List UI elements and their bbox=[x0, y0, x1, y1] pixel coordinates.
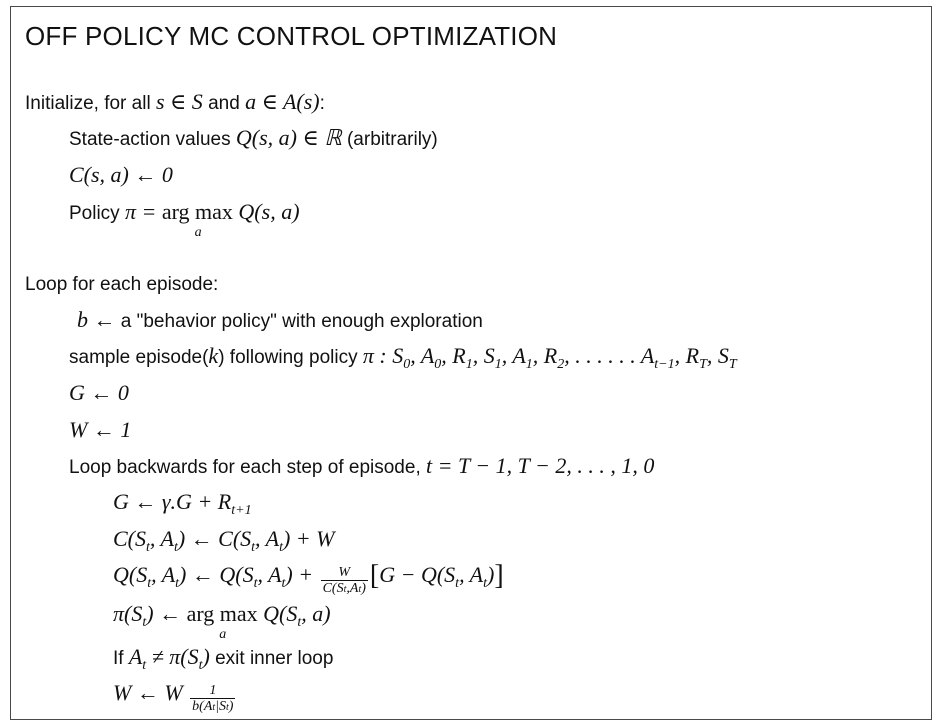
pi-update-math: π(St) ← arg max a Q(St, a) bbox=[113, 601, 331, 642]
policy-argmax-label: arg max bbox=[161, 199, 233, 224]
policy-q: Q(s, a) bbox=[232, 199, 300, 224]
sample-text-b: ) following policy bbox=[218, 347, 363, 368]
init-math-a: a ∈ A(s) bbox=[245, 89, 320, 114]
behavior-text: a "behavior policy" with enough explorat… bbox=[115, 311, 483, 332]
policy-argmax-under: a bbox=[194, 225, 202, 240]
w-update-fraction: 1 b(At|St) bbox=[190, 683, 236, 715]
loop-back-math: t = T − 1, T − 2, . . . , 1, 0 bbox=[426, 453, 655, 478]
w-update-frac-den: b(At|St) bbox=[192, 699, 234, 714]
page-title: OFF POLICY MC CONTROL OPTIMIZATION bbox=[25, 21, 558, 51]
state-action-line: State-action values Q(s, a) ∈ ℝ (arbitra… bbox=[69, 125, 438, 153]
g-init-line: G ← 0 bbox=[69, 380, 129, 408]
algorithm-box: OFF POLICY MC CONTROL OPTIMIZATION Initi… bbox=[10, 6, 932, 720]
if-text-a: If bbox=[113, 648, 129, 669]
init-and: and bbox=[202, 93, 246, 114]
policy-text: Policy bbox=[69, 203, 125, 224]
c-update-math: C(St, At) ← C(St, At) + W bbox=[113, 526, 335, 555]
c-update-line: C(St, At) ← C(St, At) + W bbox=[113, 526, 335, 555]
g-update-line: G ← γ.G + Rt+1 bbox=[113, 489, 252, 518]
c-init-line: C(s, a) ← 0 bbox=[69, 162, 173, 190]
w-update-line: W ← W 1 b(At|St) bbox=[113, 680, 237, 715]
policy-line: Policy π = arg max a Q(s, a) bbox=[69, 199, 300, 240]
sample-line: sample episode(k) following policy π : S… bbox=[69, 343, 737, 372]
init-colon: : bbox=[319, 93, 325, 114]
q-update-line: Q(St, At) ← Q(St, At) + W C(St,At) [G − Q(… bbox=[113, 562, 504, 597]
behavior-math: b ← bbox=[77, 307, 116, 332]
g-update-sub: t+1 bbox=[231, 503, 252, 518]
loop-episode-line: Loop for each episode: bbox=[25, 274, 219, 295]
state-action-arbitrarily: (arbitrarily) bbox=[341, 129, 438, 150]
pi-argmax: arg max a bbox=[186, 601, 258, 642]
init-line: Initialize, for all s ∈ S and a ∈ A(s): bbox=[25, 89, 325, 117]
q-update-math: Q(St, At) ← Q(St, At) + W C(St,At) [G − Q(… bbox=[113, 560, 504, 597]
state-action-text: State-action values bbox=[69, 129, 236, 150]
state-action-math: Q(s, a) ∈ ℝ bbox=[235, 125, 342, 150]
pi-argmax-under: a bbox=[219, 627, 227, 642]
init-text: Initialize, for all bbox=[25, 93, 156, 114]
policy-pi: π = bbox=[124, 199, 162, 224]
g-update-math: G ← γ.G + Rt+1 bbox=[113, 489, 252, 518]
w-init-math: W ← 1 bbox=[69, 417, 132, 442]
w-init-line: W ← 1 bbox=[69, 417, 131, 445]
init-math-s: s ∈ S bbox=[155, 89, 203, 114]
sample-text-a: sample episode( bbox=[69, 347, 209, 368]
if-text-b: exit inner loop bbox=[209, 648, 334, 669]
if-math: At ≠ π(St) bbox=[128, 644, 210, 673]
w-update-frac-num: 1 bbox=[190, 683, 236, 699]
sample-k: k bbox=[208, 343, 219, 368]
loop-back-text: Loop backwards for each step of episode, bbox=[69, 457, 427, 478]
pi-argmax-label: arg max bbox=[186, 601, 258, 626]
behavior-line: b ← a "behavior policy" with enough expl… bbox=[77, 307, 483, 335]
if-line: If At ≠ π(St) exit inner loop bbox=[113, 644, 334, 673]
pi-update-line: π(St) ← arg max a Q(St, a) bbox=[113, 601, 331, 642]
g-update-main: G ← γ.G + R bbox=[113, 489, 232, 514]
q-update-fraction: W C(St,At) bbox=[320, 565, 368, 597]
sample-seq: π : S0, A0, R1, S1, A1, R2, . . . . . . … bbox=[362, 343, 737, 372]
w-update-math: W ← W 1 b(At|St) bbox=[113, 680, 236, 714]
q-update-frac-num: W bbox=[320, 565, 368, 581]
q-update-frac-den: C(St,At) bbox=[322, 581, 366, 596]
policy-argmax: arg max a bbox=[161, 199, 233, 240]
c-init-math: C(s, a) ← 0 bbox=[69, 162, 173, 187]
g-init-math: G ← 0 bbox=[69, 380, 129, 405]
loop-back-line: Loop backwards for each step of episode,… bbox=[69, 453, 654, 481]
